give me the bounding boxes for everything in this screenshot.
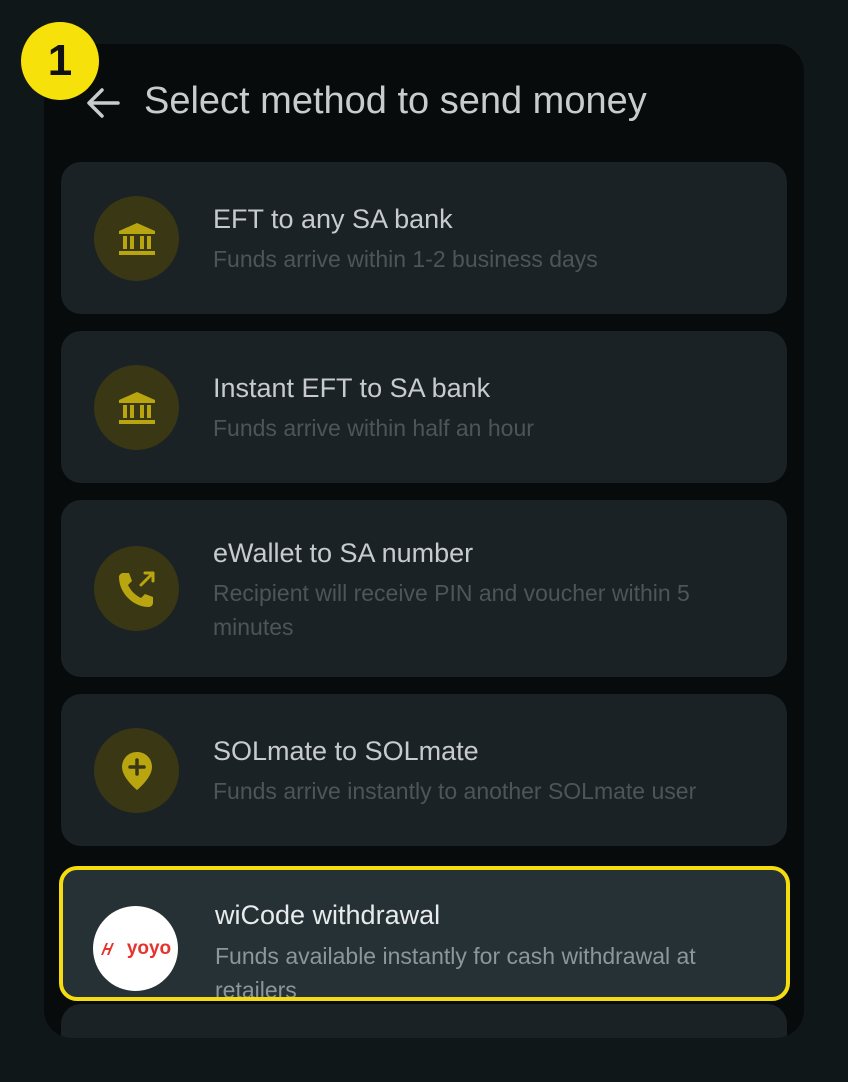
method-eft-any-bank[interactable]: EFT to any SA bank Funds arrive within 1… [61,162,787,314]
method-title: SOLmate to SOLmate [213,736,479,766]
method-title: Instant EFT to SA bank [213,373,491,403]
method-subtitle: Funds arrive within half an hour [213,415,534,441]
method-subtitle: Recipient will receive PIN and voucher w… [213,580,690,640]
method-solmate[interactable]: SOLmate to SOLmate Funds arrive instantl… [61,694,787,846]
method-title: wiCode withdrawal [215,900,441,930]
next-card-stub [61,1004,787,1038]
method-wicode-withdrawal[interactable]: yoyo wiCode withdrawal Funds available i… [59,866,790,1001]
arrow-left-icon [87,88,120,118]
method-instant-eft[interactable]: Instant EFT to SA bank Funds arrive with… [61,331,787,483]
yoyo-logo: yoyo [93,906,178,991]
back-button[interactable] [84,84,122,122]
method-subtitle: Funds arrive instantly to another SOLmat… [213,778,697,804]
step-badge: 1 [21,22,99,100]
method-subtitle: Funds arrive within 1-2 business days [213,246,598,272]
yoyo-logo-text: yoyo [126,937,172,959]
bank-icon [94,365,179,450]
location-plus-icon [94,728,179,813]
phone-forward-icon [94,546,179,631]
yoyo-mark-icon [100,942,114,955]
method-title: EFT to any SA bank [213,204,453,234]
send-money-screen: Select method to send money EFT to any S… [44,44,804,1038]
page-title: Select method to send money [144,80,647,122]
method-subtitle: Funds available instantly for cash withd… [215,943,696,1001]
method-title: eWallet to SA number [213,538,474,568]
method-ewallet[interactable]: eWallet to SA number Recipient will rece… [61,500,787,677]
bank-icon [94,196,179,281]
header: Select method to send money [44,44,804,162]
